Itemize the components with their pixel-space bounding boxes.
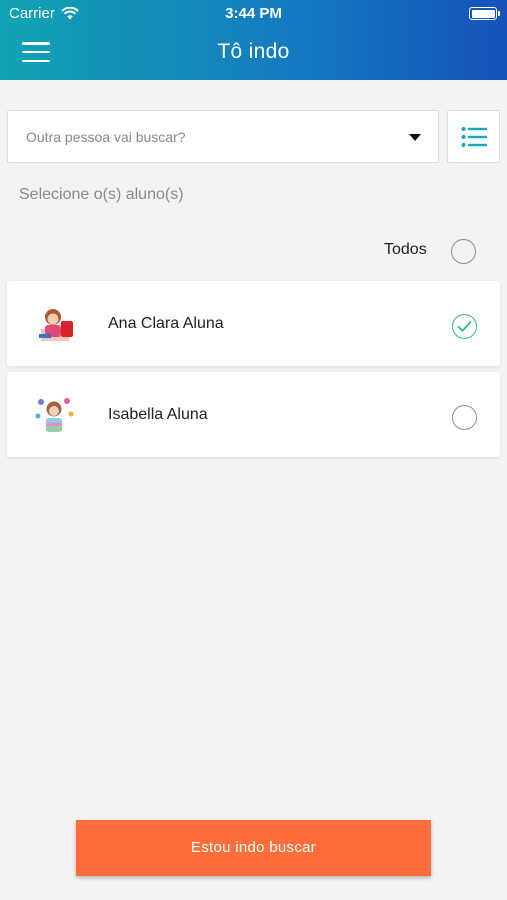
student-avatar [31,301,77,347]
pickup-person-select[interactable]: Outra pessoa vai buscar? [7,110,439,163]
student-card[interactable]: Isabella Aluna [7,372,500,457]
section-label: Selecione o(s) aluno(s) [19,186,184,203]
student-name: Isabella Aluna [108,406,208,423]
student-select-radio[interactable] [452,405,477,430]
app-header: Carrier 3:44 PM Tô indo [0,0,507,80]
student-name: Ana Clara Aluna [108,315,224,332]
caret-down-icon [409,134,421,141]
select-all-label: Todos [384,241,427,258]
clock: 3:44 PM [225,5,282,22]
list-view-button[interactable] [447,110,500,163]
student-card[interactable]: Ana Clara Aluna [7,281,500,366]
status-bar: Carrier 3:44 PM [0,0,507,26]
student-avatar [31,392,77,438]
pickup-person-placeholder: Outra pessoa vai buscar? [26,129,186,145]
page-title: Tô indo [217,40,290,63]
check-icon [457,321,472,332]
battery-icon [469,7,500,20]
list-icon [461,127,487,147]
student-select-radio[interactable] [452,314,477,339]
confirm-pickup-button[interactable]: Estou indo buscar [76,820,431,876]
select-all-radio[interactable] [451,239,476,264]
